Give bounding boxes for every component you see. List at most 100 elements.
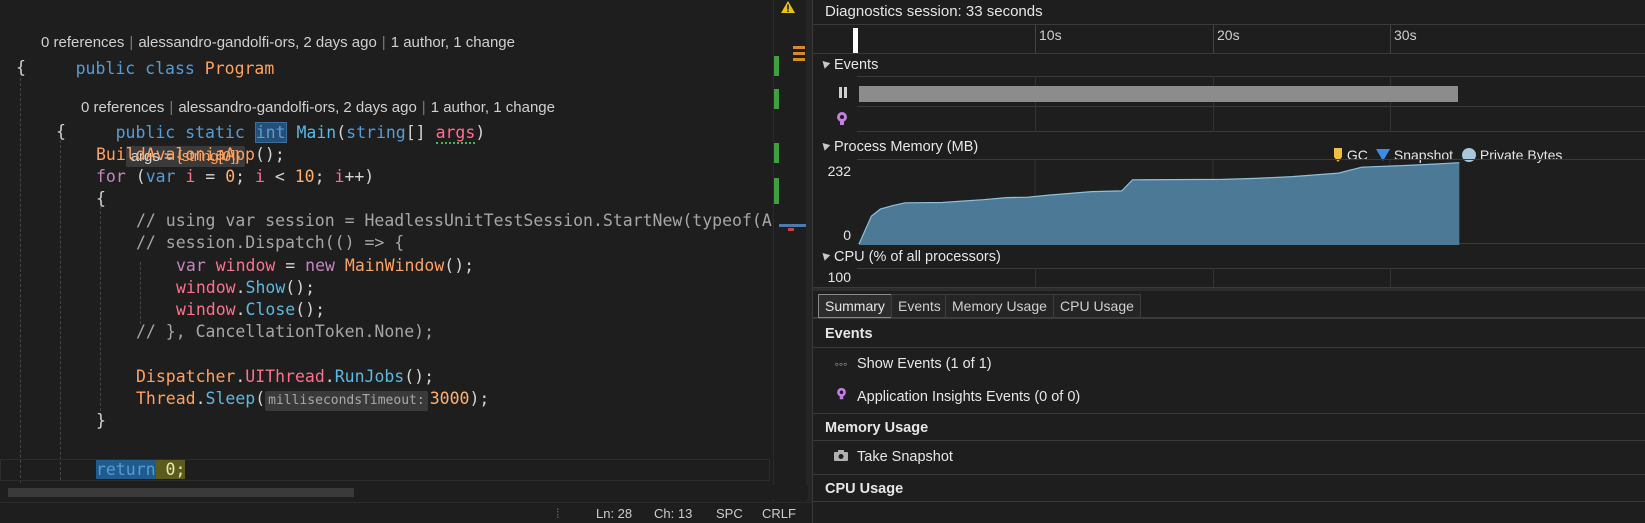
keyword: public: [75, 59, 136, 78]
type-name: MainWindow: [334, 256, 445, 275]
line-ending[interactable]: CRLF: [762, 503, 796, 523]
method-call: Show: [245, 278, 286, 297]
codelens-changes[interactable]: 1 author, 1 change: [391, 34, 515, 51]
events-section-header[interactable]: Events: [819, 57, 878, 73]
memory-axis-max: 232: [827, 163, 851, 179]
section-title: Process Memory (MB): [834, 139, 979, 155]
punct: ;: [235, 167, 255, 186]
events-icon: ◦◦◦: [834, 357, 848, 371]
punct: =: [195, 167, 226, 186]
code-comment: // using var session = HeadlessUnitTestS…: [136, 209, 772, 232]
punct: ): [475, 123, 486, 142]
column-number[interactable]: Ch: 13: [654, 503, 692, 523]
app-insights-link[interactable]: Application Insights Events (0 of 0): [833, 383, 1080, 411]
collapse-icon[interactable]: [819, 58, 831, 69]
change-marker: [774, 143, 779, 163]
memory-area: [859, 162, 1460, 245]
collapse-icon[interactable]: [819, 140, 831, 151]
number: 3000: [429, 389, 470, 408]
return-keyword-highlight: return: [96, 460, 156, 479]
splitter[interactable]: [813, 287, 1645, 291]
summary-memory-header: Memory Usage: [813, 413, 1645, 441]
pause-icon[interactable]: [837, 86, 849, 100]
punct: []: [405, 123, 436, 142]
code-editor[interactable]: 0 references | alessandro-gandolfi-ors, 2 …: [0, 0, 812, 523]
warning-icon[interactable]: [781, 0, 795, 13]
memory-chart[interactable]: [857, 159, 1645, 245]
overview-ruler[interactable]: [773, 0, 807, 502]
grid-line: [1390, 268, 1391, 288]
keyword: var: [176, 256, 206, 275]
tab-events[interactable]: Events: [891, 294, 948, 318]
punct: ();: [285, 278, 316, 297]
indent-guide: [20, 78, 21, 483]
memory-chart-svg: [858, 160, 1460, 245]
tab-cpu-usage[interactable]: CPU Usage: [1053, 294, 1141, 318]
insights-track: [857, 106, 1645, 132]
diagnostic-tools-panel: Diagnostics session: 33 seconds 10s 20s …: [812, 0, 1645, 523]
return-type-highlight: int: [254, 122, 287, 143]
punct: ;: [314, 167, 335, 186]
indentation-mode[interactable]: SPC: [716, 503, 743, 523]
comment-text: // }, CancellationToken.None);: [136, 322, 435, 341]
cpu-section-header[interactable]: CPU (% of all processors): [819, 249, 1001, 265]
type-keyword: string: [346, 123, 406, 142]
keyword: for: [96, 167, 126, 186]
cpu-track: [857, 268, 1645, 288]
code-line: window.Show();: [176, 276, 315, 299]
find-marker: [793, 52, 805, 55]
memory-axis-min: 0: [843, 227, 851, 243]
horizontal-scrollbar[interactable]: [0, 485, 808, 499]
grid-line: [1213, 76, 1214, 132]
code-comment: // }, CancellationToken.None);: [136, 320, 434, 343]
brace: {: [96, 189, 106, 208]
code-line: public class Program: [16, 34, 275, 78]
variable: window: [205, 256, 276, 275]
ruler-label: 20s: [1217, 27, 1240, 43]
link-label: Application Insights Events (0 of 0): [857, 389, 1081, 405]
section-title: CPU (% of all processors): [834, 249, 1001, 265]
code-line: {: [56, 120, 66, 143]
memory-section-header[interactable]: Process Memory (MB): [819, 139, 979, 155]
scrollbar-thumb[interactable]: [8, 488, 354, 497]
cpu-axis-max: 100: [827, 269, 851, 285]
code-line: var window = new MainWindow();: [176, 254, 474, 277]
take-snapshot-button[interactable]: Take Snapshot: [833, 443, 953, 471]
grid-line: [1390, 76, 1391, 132]
method-call: RunJobs: [334, 367, 405, 386]
punct: .: [195, 389, 206, 408]
timeline-cursor[interactable]: [853, 28, 858, 53]
ruler-tick: [1035, 25, 1036, 53]
code-area[interactable]: 0 references | alessandro-gandolfi-ors, 2 …: [0, 0, 808, 502]
number: 10: [294, 167, 315, 186]
tab-summary[interactable]: Summary: [818, 294, 892, 318]
grid-line: [1213, 268, 1214, 288]
code-line: return 0;: [96, 458, 186, 481]
line-number[interactable]: Ln: 28: [596, 503, 632, 523]
event-bar[interactable]: [859, 86, 1458, 102]
punct: .: [324, 367, 335, 386]
grid-line: [1035, 268, 1036, 288]
camera-icon: [833, 443, 849, 471]
show-events-link[interactable]: ◦◦◦ Show Events (1 of 1): [833, 350, 992, 378]
change-marker: [774, 56, 779, 76]
tab-memory-usage[interactable]: Memory Usage: [945, 294, 1054, 318]
method-name: Main: [296, 123, 337, 142]
error-marker: [788, 228, 794, 231]
indent-guide: [60, 140, 61, 480]
keyword: class: [145, 59, 195, 78]
timeline-ruler[interactable]: 10s 20s 30s: [813, 24, 1645, 54]
method-call: Sleep: [205, 389, 256, 408]
code-line: Dispatcher.UIThread.RunJobs();: [136, 365, 434, 388]
punct: (: [255, 389, 266, 408]
parameter-name-hint: millisecondsTimeout:: [265, 391, 428, 411]
link-label: Show Events (1 of 1): [857, 356, 992, 372]
code-line: window.Close();: [176, 298, 325, 321]
punct: ();: [404, 367, 435, 386]
find-marker: [793, 46, 805, 49]
keyword: static: [185, 123, 245, 142]
collapse-icon[interactable]: [819, 250, 831, 261]
code-comment: // session.Dispatch(() => {: [136, 231, 404, 254]
punct: .: [235, 278, 246, 297]
property: UIThread: [245, 367, 325, 386]
